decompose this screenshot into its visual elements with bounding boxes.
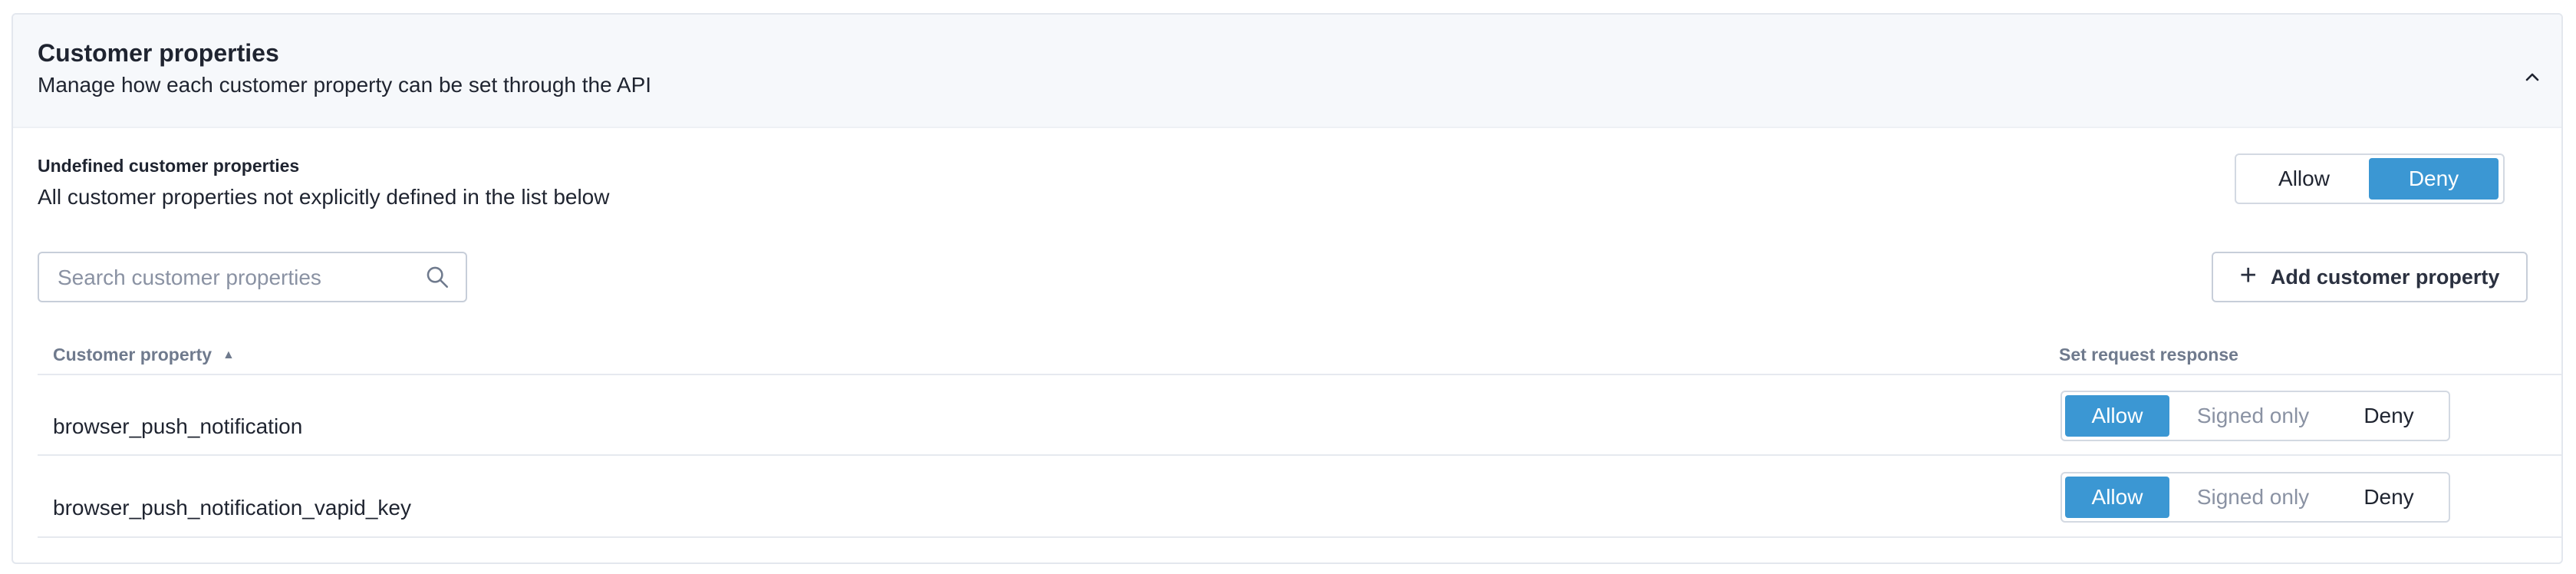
collapse-button[interactable] bbox=[2517, 62, 2548, 93]
chevron-up-icon bbox=[2525, 73, 2539, 81]
table-divider bbox=[38, 536, 2561, 538]
search-box bbox=[38, 252, 467, 302]
signed-only-option[interactable]: Signed only bbox=[2169, 477, 2337, 518]
table-divider bbox=[38, 454, 2561, 456]
table-divider bbox=[38, 374, 2561, 375]
signed-only-option[interactable]: Signed only bbox=[2169, 395, 2337, 437]
add-customer-property-label: Add customer property bbox=[2270, 265, 2500, 289]
undefined-properties-toggle: Allow Deny bbox=[2235, 153, 2505, 204]
panel-header[interactable]: Customer properties Manage how each cust… bbox=[13, 15, 2561, 128]
add-customer-property-button[interactable]: + Add customer property bbox=[2212, 252, 2528, 302]
deny-option[interactable]: Deny bbox=[2337, 477, 2441, 518]
table-row-property-name: browser_push_notification bbox=[53, 414, 303, 438]
set-response-toggle: Allow Signed only Deny bbox=[2060, 472, 2450, 523]
plus-icon: + bbox=[2239, 259, 2257, 292]
undefined-properties-title: Undefined customer properties bbox=[38, 156, 300, 176]
allow-option[interactable]: Allow bbox=[2065, 477, 2169, 518]
undefined-properties-description: All customer properties not explicitly d… bbox=[38, 185, 610, 209]
column-header-label: Customer property bbox=[53, 345, 212, 365]
deny-option[interactable]: Deny bbox=[2337, 395, 2441, 437]
table-row-property-name: browser_push_notification_vapid_key bbox=[53, 496, 411, 520]
undefined-deny-option[interactable]: Deny bbox=[2369, 158, 2499, 200]
undefined-allow-option[interactable]: Allow bbox=[2239, 158, 2369, 200]
sort-ascending-icon: ▲ bbox=[222, 348, 235, 361]
customer-properties-panel: Customer properties Manage how each cust… bbox=[12, 13, 2563, 564]
column-header-customer-property[interactable]: Customer property ▲ bbox=[53, 345, 235, 365]
section-title: Customer properties bbox=[38, 39, 279, 67]
search-input[interactable] bbox=[56, 253, 412, 302]
column-header-set-request-response: Set request response bbox=[2059, 345, 2238, 365]
section-subtitle: Manage how each customer property can be… bbox=[38, 73, 652, 97]
set-response-toggle: Allow Signed only Deny bbox=[2060, 391, 2450, 441]
allow-option[interactable]: Allow bbox=[2065, 395, 2169, 437]
search-icon[interactable] bbox=[424, 264, 450, 290]
